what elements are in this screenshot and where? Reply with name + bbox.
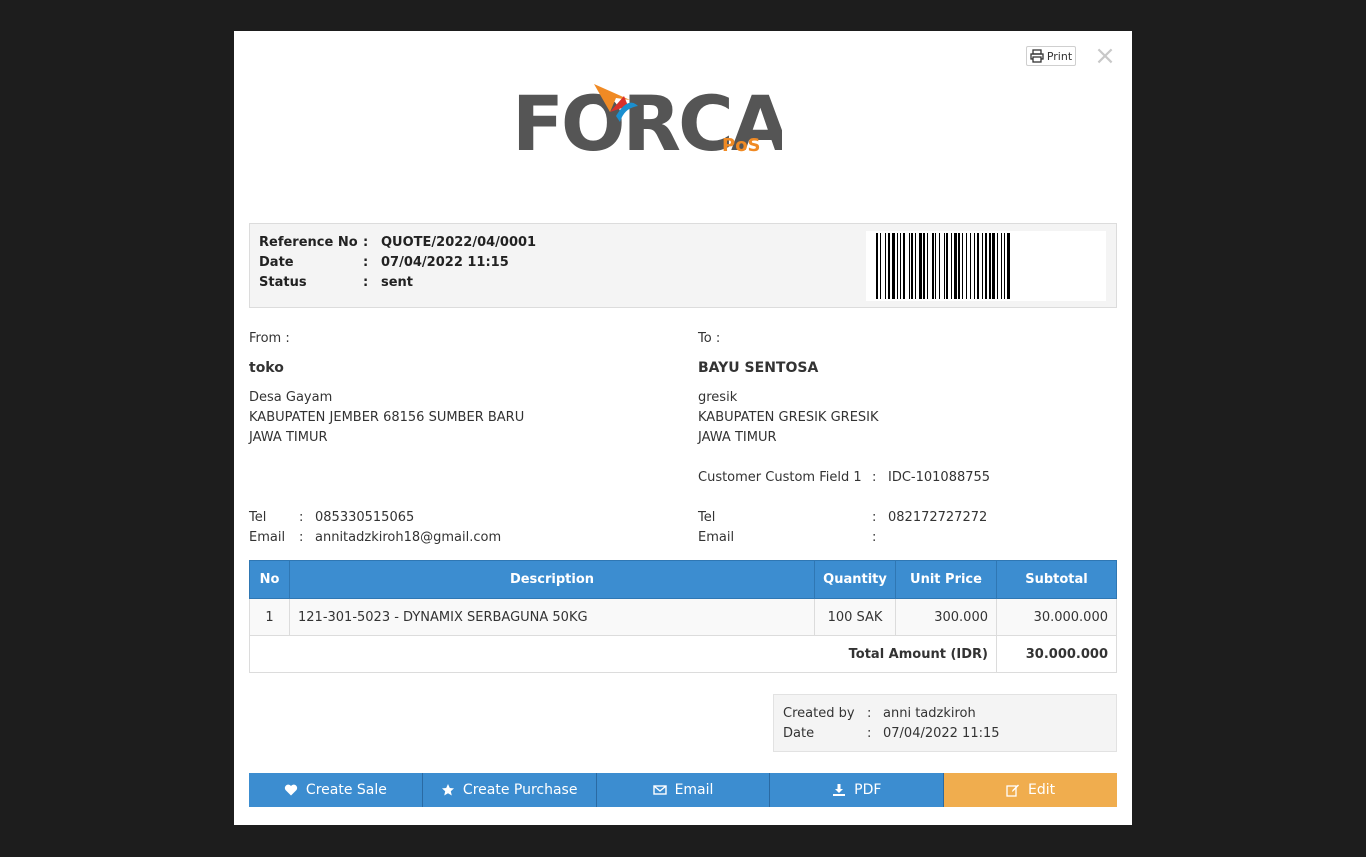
table-row: 1 121-301-5023 - DYNAMIX SERBAGUNA 50KG … xyxy=(249,598,1117,636)
email-button[interactable]: Email xyxy=(596,773,771,807)
create-purchase-button[interactable]: Create Purchase xyxy=(422,773,597,807)
created-by-row: Created by: anni tadzkiroh xyxy=(783,706,976,721)
from-address-line: KABUPATEN JEMBER 68156 SUMBER BARU xyxy=(249,410,525,425)
print-button[interactable]: Print xyxy=(1026,46,1076,66)
edit-button[interactable]: Edit xyxy=(944,773,1117,807)
from-address-line: Desa Gayam xyxy=(249,390,333,405)
from-email-value: annitadzkiroh18@gmail.com xyxy=(315,530,502,545)
to-address-line: gresik xyxy=(698,390,738,405)
from-label: From : xyxy=(249,331,290,346)
print-label: Print xyxy=(1046,49,1073,63)
col-header-description: Description xyxy=(289,560,815,599)
star-icon xyxy=(441,784,454,796)
col-header-quantity: Quantity xyxy=(814,560,896,599)
created-info-box: Created by: anni tadzkiroh Date:07/04/202… xyxy=(773,694,1117,752)
total-label: Total Amount (IDR) xyxy=(249,635,997,673)
from-address-line: JAWA TIMUR xyxy=(249,430,328,445)
download-icon xyxy=(833,784,846,796)
to-tel-value: 082172727272 xyxy=(888,510,988,525)
reference-status-row: Status: sent xyxy=(259,275,414,290)
printer-icon xyxy=(1030,49,1044,63)
to-email-row: Email: xyxy=(698,530,877,545)
to-custom-field-row: Customer Custom Field 1: IDC-101088755 xyxy=(698,470,991,485)
to-custom-field-value: IDC-101088755 xyxy=(888,470,991,485)
row-quantity: 100 SAK xyxy=(814,598,896,636)
reference-box: Reference No: QUOTE/2022/04/0001 Date:07/… xyxy=(249,223,1117,308)
pdf-button[interactable]: PDF xyxy=(770,773,945,807)
from-section: From : toko Desa Gayam KABUPATEN JEMBER … xyxy=(249,331,669,548)
envelope-icon xyxy=(652,785,667,795)
create-sale-button[interactable]: Create Sale xyxy=(249,773,423,807)
to-label: To : xyxy=(698,331,721,346)
row-no: 1 xyxy=(249,598,290,636)
to-section: To : BAYU SENTOSA gresik KABUPATEN GRESI… xyxy=(698,331,1118,548)
row-description: 121-301-5023 - DYNAMIX SERBAGUNA 50KG xyxy=(289,598,815,636)
reference-date-row: Date:07/04/2022 11:15 xyxy=(259,255,509,270)
to-address-line: KABUPATEN GRESIK GRESIK xyxy=(698,410,879,425)
row-subtotal: 30.000.000 xyxy=(996,598,1117,636)
heart-icon xyxy=(284,784,298,796)
edit-icon xyxy=(1006,784,1020,797)
svg-text:PoS: PoS xyxy=(722,135,761,156)
created-date-value: 07/04/2022 11:15 xyxy=(883,726,1000,741)
total-row: Total Amount (IDR) 30.000.000 xyxy=(249,635,1117,673)
col-header-unit-price: Unit Price xyxy=(895,560,997,599)
forca-pos-logo: FORCA PoS xyxy=(512,79,782,156)
to-name: BAYU SENTOSA xyxy=(698,360,819,376)
items-table: No Description Quantity Unit Price Subto… xyxy=(249,560,1117,673)
action-bar: Create Sale Create Purchase Email PDF Ed… xyxy=(249,773,1117,807)
created-by-value: anni tadzkiroh xyxy=(883,706,976,721)
to-address-line: JAWA TIMUR xyxy=(698,430,777,445)
close-icon[interactable]: × xyxy=(1094,43,1116,69)
col-header-subtotal: Subtotal xyxy=(996,560,1117,599)
items-header-row: No Description Quantity Unit Price Subto… xyxy=(249,560,1117,599)
from-name: toko xyxy=(249,360,284,376)
total-value: 30.000.000 xyxy=(996,635,1117,673)
barcode-image xyxy=(866,231,1106,301)
col-header-no: No xyxy=(249,560,290,599)
reference-no-value: QUOTE/2022/04/0001 xyxy=(381,235,537,250)
to-tel-row: Tel:082172727272 xyxy=(698,510,988,525)
quotation-modal: Print × FORCA PoS Reference No: QUOTE/202… xyxy=(234,31,1132,825)
from-tel-row: Tel:085330515065 xyxy=(249,510,415,525)
row-unit-price: 300.000 xyxy=(895,598,997,636)
reference-date-value: 07/04/2022 11:15 xyxy=(381,255,509,270)
created-date-row: Date:07/04/2022 11:15 xyxy=(783,726,1000,741)
from-tel-value: 085330515065 xyxy=(315,510,415,525)
from-email-row: Email: annitadzkiroh18@gmail.com xyxy=(249,530,502,545)
reference-no-row: Reference No: QUOTE/2022/04/0001 xyxy=(259,235,537,250)
reference-status-value: sent xyxy=(381,275,414,290)
